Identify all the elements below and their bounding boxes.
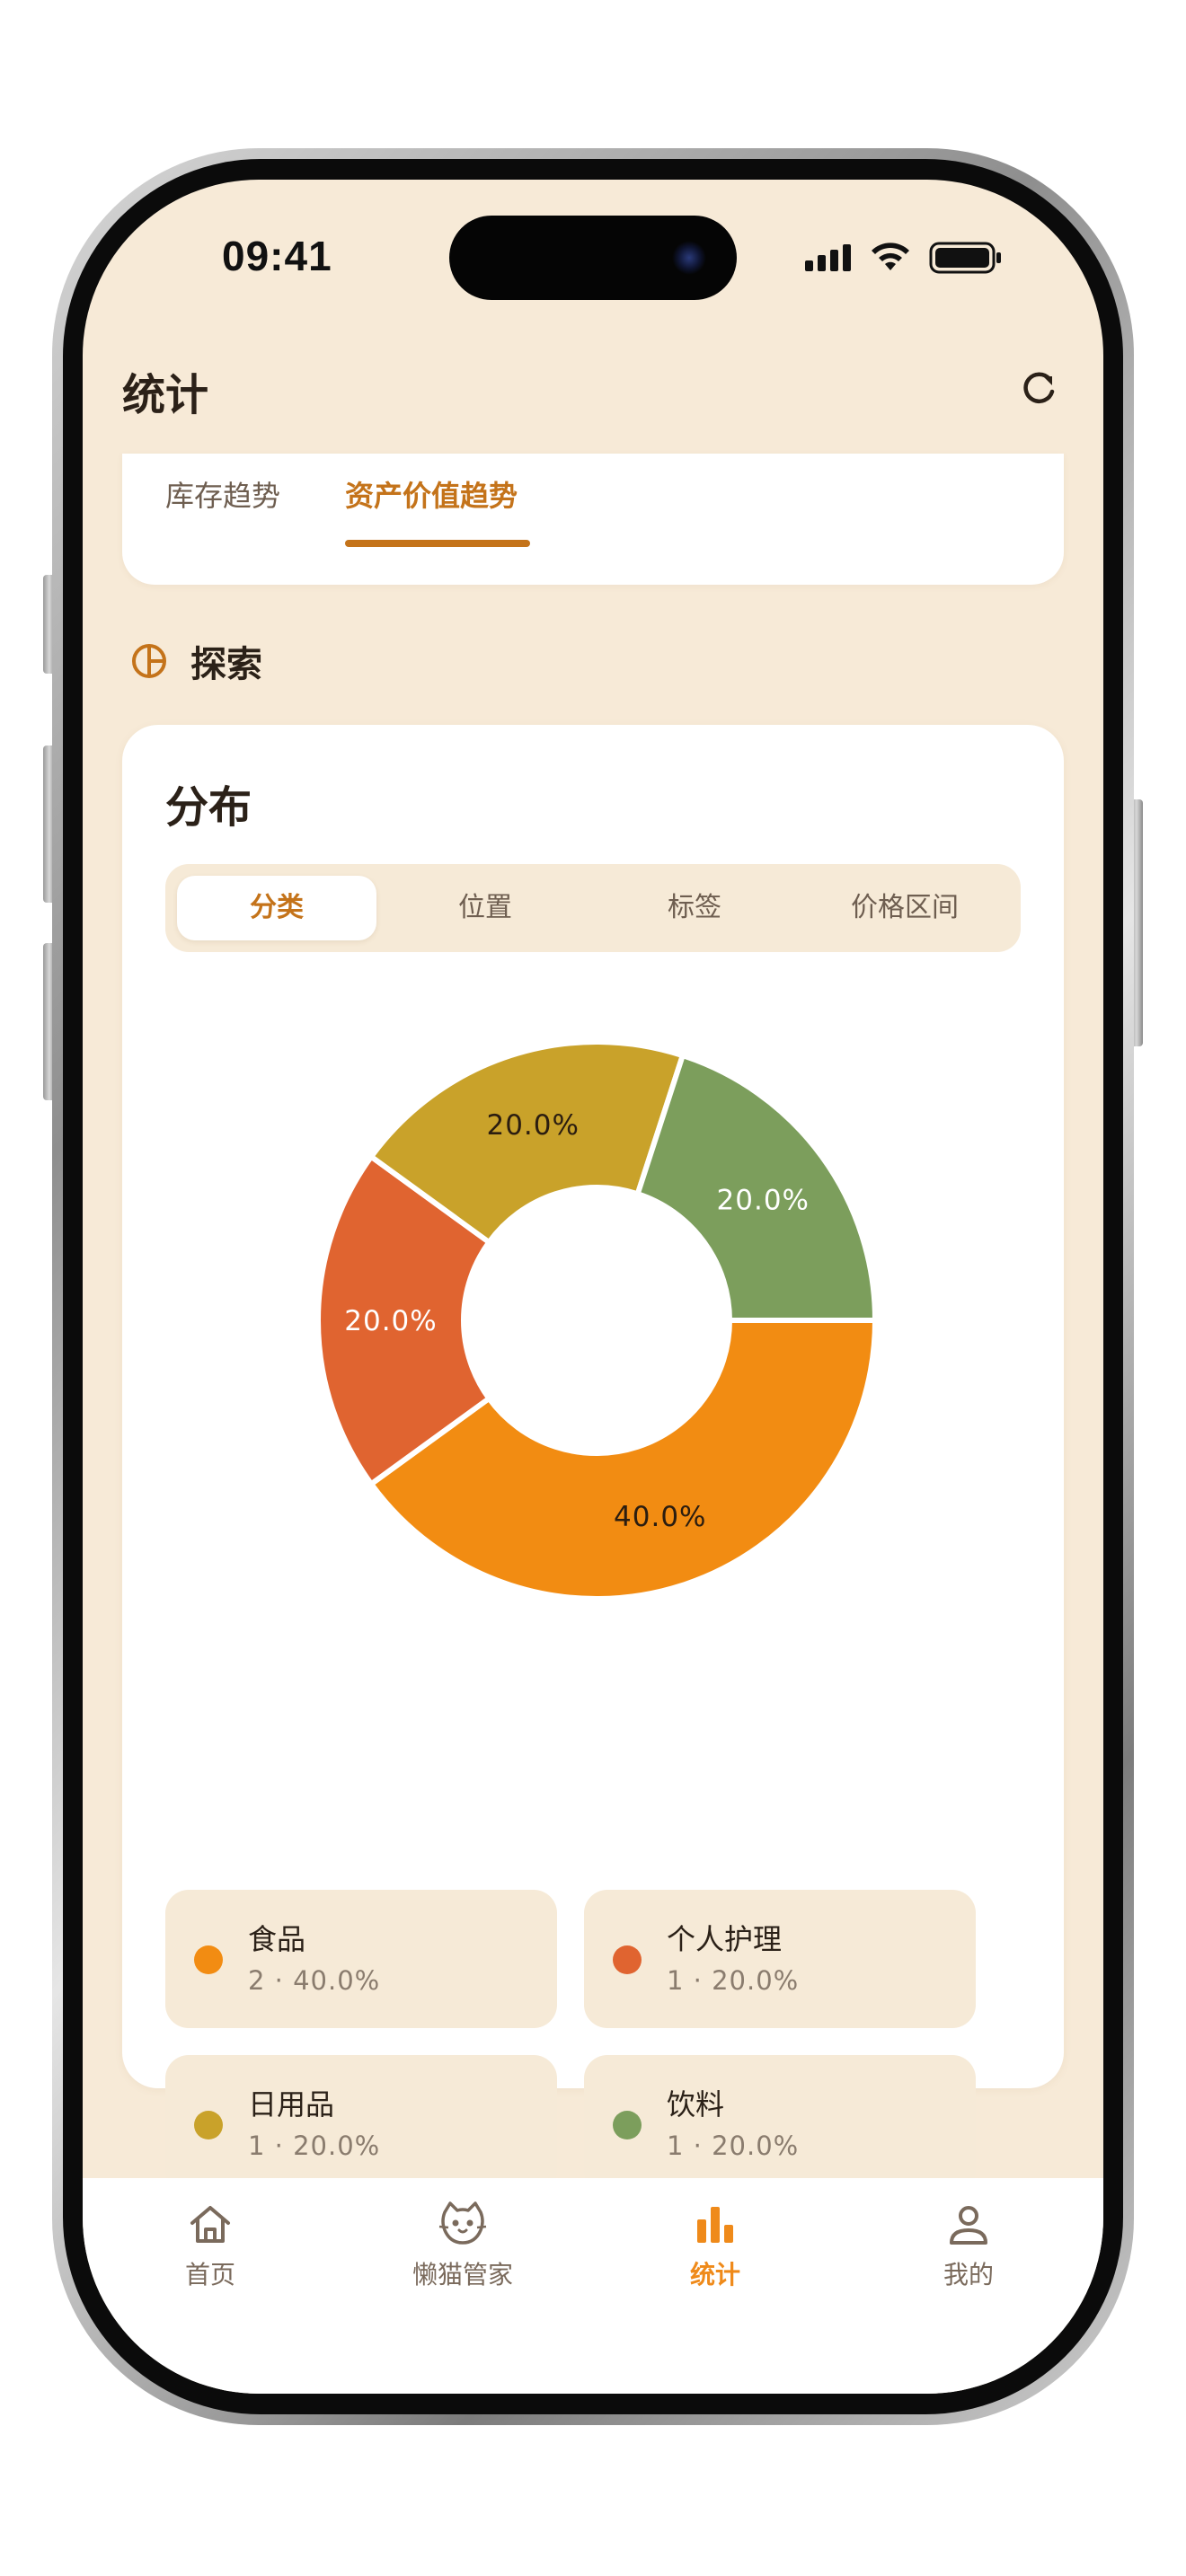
segment-tags[interactable]: 标签 bbox=[595, 876, 794, 940]
tab-asset-value-trend[interactable]: 资产价值趋势 bbox=[345, 473, 518, 515]
legend-name: 饮料 bbox=[667, 2087, 725, 2122]
legend-name: 日用品 bbox=[248, 2087, 335, 2122]
legend-item[interactable]: 日用品 1 · 20.0% bbox=[165, 2055, 557, 2193]
donut-slice-label: 20.0% bbox=[717, 1184, 810, 1216]
legend-color-dot bbox=[613, 2111, 642, 2139]
refresh-icon[interactable] bbox=[1017, 366, 1060, 410]
trend-card: 库存趋势 资产价值趋势 bbox=[122, 454, 1064, 585]
page-title: 统计 bbox=[122, 370, 209, 420]
cat-icon bbox=[438, 2201, 487, 2245]
legend-item[interactable]: 饮料 1 · 20.0% bbox=[584, 2055, 976, 2193]
battery-icon bbox=[929, 242, 1001, 274]
donut-slice-label: 40.0% bbox=[614, 1501, 706, 1533]
legend-item[interactable]: 个人护理 1 · 20.0% bbox=[584, 1890, 976, 2028]
status-time: 09:41 bbox=[222, 233, 332, 279]
legend-color-dot bbox=[613, 1945, 642, 1974]
segment-price-range[interactable]: 价格区间 bbox=[805, 876, 1005, 940]
legend-stat: 1 · 20.0% bbox=[248, 2130, 381, 2161]
distribution-donut-chart: 40.0% 20.0% 20.0% 20.0% bbox=[315, 1039, 878, 1601]
status-indicators bbox=[803, 239, 1010, 275]
legend-color-dot bbox=[194, 2111, 223, 2139]
tab-label: 统计 bbox=[689, 2260, 740, 2289]
legend-name: 个人护理 bbox=[667, 1922, 783, 1956]
tab-statistics[interactable]: 统计 bbox=[625, 2200, 805, 2298]
tab-lazy-cat-butler[interactable]: 懒猫管家 bbox=[373, 2200, 553, 2298]
pie-chart-icon bbox=[132, 644, 166, 678]
legend-stat: 2 · 40.0% bbox=[248, 1965, 381, 1996]
front-camera bbox=[672, 241, 706, 275]
wifi-icon bbox=[872, 243, 909, 270]
donut-slice-label: 20.0% bbox=[486, 1109, 579, 1142]
distribution-card: 分布 分类 位置 标签 价格区间 40.0% 20.0% 20.0% 20.0% 食品… bbox=[122, 725, 1064, 2193]
bar-chart-icon bbox=[697, 2207, 733, 2243]
explore-title: 探索 bbox=[190, 644, 262, 685]
legend-name: 食品 bbox=[248, 1922, 306, 1956]
home-icon bbox=[190, 2206, 230, 2243]
tab-label: 首页 bbox=[184, 2260, 235, 2289]
tab-profile[interactable]: 我的 bbox=[879, 2200, 1058, 2298]
device-scene: 09:41 统计 库存趋势 资产价值趋势 探索 分布 分类 位置 标签 价格区间… bbox=[0, 0, 1186, 2576]
phone-screen: 09:41 统计 库存趋势 资产价值趋势 探索 分布 分类 位置 标签 价格区间… bbox=[83, 180, 1103, 2394]
distribution-segmented-control: 分类 位置 标签 价格区间 bbox=[165, 864, 1021, 952]
segment-category[interactable]: 分类 bbox=[177, 876, 376, 940]
dynamic-island bbox=[449, 216, 737, 300]
legend-color-dot bbox=[194, 1945, 223, 1974]
user-icon bbox=[950, 2206, 987, 2245]
cellular-signal-icon bbox=[805, 244, 851, 271]
tab-label: 我的 bbox=[943, 2260, 994, 2289]
segment-location[interactable]: 位置 bbox=[385, 876, 585, 940]
bottom-tab-bar: 首页 懒猫管家 统计 我的 bbox=[83, 2178, 1103, 2394]
distribution-title: 分布 bbox=[165, 782, 252, 833]
legend-item[interactable]: 食品 2 · 40.0% bbox=[165, 1890, 557, 2028]
donut-slice-label: 20.0% bbox=[344, 1305, 437, 1337]
active-tab-indicator bbox=[345, 540, 530, 547]
explore-section-header: 探索 bbox=[129, 636, 262, 686]
legend-stat: 1 · 20.0% bbox=[667, 1965, 800, 1996]
tab-label: 懒猫管家 bbox=[412, 2260, 513, 2289]
tab-inventory-trend[interactable]: 库存趋势 bbox=[165, 473, 280, 515]
legend-stat: 1 · 20.0% bbox=[667, 2130, 800, 2161]
tab-home[interactable]: 首页 bbox=[120, 2200, 300, 2298]
